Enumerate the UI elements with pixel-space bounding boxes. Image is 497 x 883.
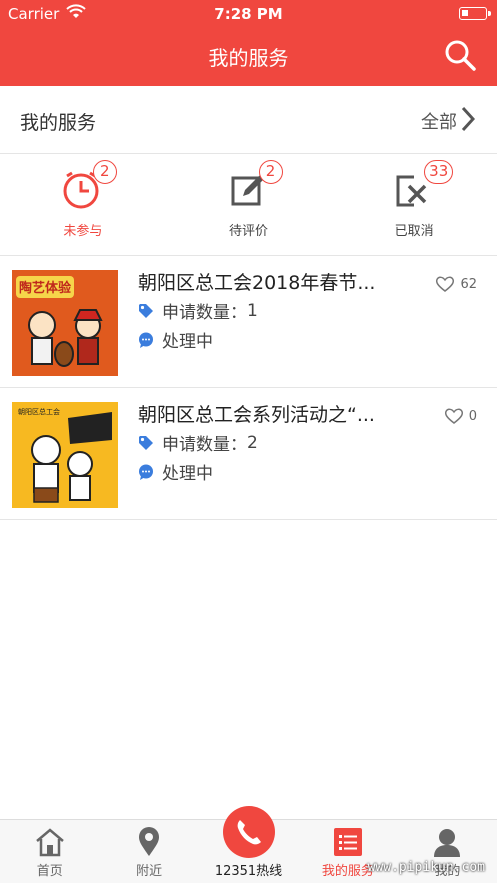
item-title[interactable]: 朝阳区总工会系列活动之“... (138, 400, 408, 427)
tab-label: 待评价 (229, 224, 269, 239)
phone-icon[interactable] (222, 806, 275, 858)
tab-pending-review[interactable]: 2 待评价 (166, 154, 332, 255)
likes-count[interactable]: 62 (435, 275, 477, 293)
heart-icon (444, 408, 463, 424)
tag-icon (138, 303, 154, 319)
badge-count: 2 (258, 160, 283, 184)
item-title[interactable]: 朝阳区总工会2018年春节... (138, 268, 408, 295)
svg-text:陶艺体验: 陶艺体验 (19, 280, 72, 296)
list-item[interactable]: 朝阳区总工会 朝阳区总工会系列活动之“... 0 申请数量： 2 处理中 (0, 388, 497, 520)
status-row: 处理中 (138, 327, 213, 352)
list-item[interactable]: 陶艺体验 朝阳区总工会2018年春节... 62 申请数量： 1 处理中 (0, 256, 497, 388)
likes-count[interactable]: 0 (444, 407, 477, 425)
status-text: 处理中 (162, 332, 213, 352)
svg-text:朝阳区总工会: 朝阳区总工会 (18, 407, 60, 416)
status-row: 处理中 (138, 459, 213, 484)
quantity-value: 1 (247, 300, 258, 321)
quantity-value: 2 (247, 432, 258, 453)
section-title: 我的服务 (20, 112, 97, 134)
activity-thumbnail: 朝阳区总工会 (12, 402, 118, 508)
watermark: www.pipikun.com (367, 860, 485, 875)
chat-bubble-icon (138, 464, 154, 480)
location-icon (133, 826, 165, 858)
user-icon (431, 826, 463, 858)
status-time: 7:28 PM (214, 5, 283, 23)
tab-hotline[interactable]: 12351热线 (199, 806, 298, 883)
tab-label: 未参与 (63, 224, 103, 239)
view-all-link[interactable]: 全部 (421, 108, 457, 134)
service-section-header[interactable]: 我的服务 全部 (0, 86, 497, 154)
badge-count: 33 (424, 160, 454, 184)
service-status-tabs: 2 未参与 2 待评价 33 已取消 (0, 154, 497, 256)
quantity-row: 申请数量： 1 (138, 298, 258, 323)
page-title: 我的服务 (208, 46, 289, 70)
battery-icon (459, 7, 491, 20)
bottom-tab-bar: 首页 附近 12351热线 我的服务 我的 www.pipikun.com (0, 806, 497, 883)
tag-icon (138, 435, 154, 451)
likes-value: 0 (468, 408, 477, 424)
tab-label: 附近 (136, 864, 163, 879)
chevron-right-icon[interactable] (461, 106, 476, 136)
search-icon[interactable] (443, 38, 477, 72)
tab-not-participated[interactable]: 2 未参与 (0, 154, 166, 255)
list-icon (332, 826, 364, 858)
heart-icon (436, 276, 455, 292)
likes-value: 62 (460, 276, 477, 292)
activity-thumbnail: 陶艺体验 (12, 270, 118, 376)
service-list: 陶艺体验 朝阳区总工会2018年春节... 62 申请数量： 1 处理中 朝阳区… (0, 256, 497, 520)
badge-count: 2 (92, 160, 117, 184)
tab-home[interactable]: 首页 (0, 820, 99, 883)
status-bar: Carrier 7:28 PM (0, 4, 497, 24)
tab-label: 12351热线 (214, 864, 283, 879)
app-header: Carrier 7:28 PM 我的服务 (0, 0, 497, 86)
tab-cancelled[interactable]: 33 已取消 (331, 154, 497, 255)
home-icon (34, 826, 66, 858)
quantity-label: 申请数量： (162, 303, 247, 323)
chat-bubble-icon (138, 332, 154, 348)
status-text: 处理中 (162, 464, 213, 484)
tab-label: 已取消 (394, 224, 434, 239)
quantity-label: 申请数量： (162, 435, 247, 455)
quantity-row: 申请数量： 2 (138, 430, 258, 455)
tab-nearby[interactable]: 附近 (99, 820, 198, 883)
tab-label: 首页 (36, 864, 63, 879)
